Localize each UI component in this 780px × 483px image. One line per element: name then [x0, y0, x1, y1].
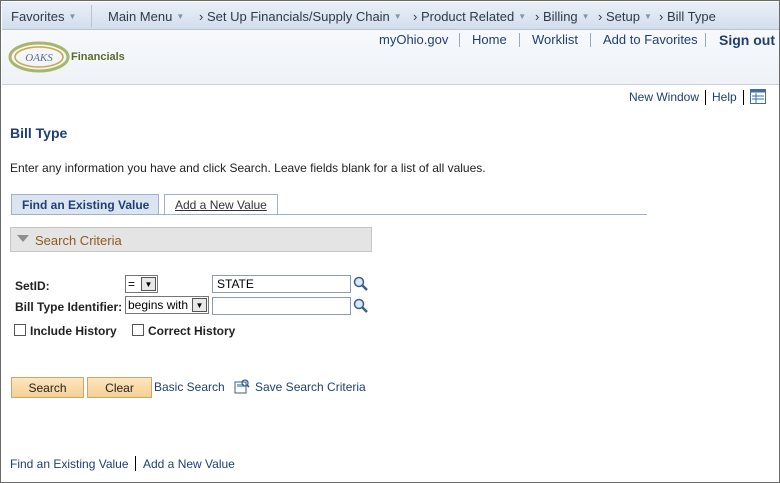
breadcrumb-arrow-icon: › — [659, 9, 664, 24]
main-menu[interactable]: Main Menu ▼ — [108, 9, 184, 24]
setid-operator-select[interactable]: = ▼ — [125, 275, 158, 293]
tab-add-new-value[interactable]: Add a New Value — [164, 194, 278, 215]
add-to-favorites-link[interactable]: Add to Favorites — [603, 32, 698, 47]
chevron-down-icon: ▼ — [176, 12, 185, 21]
svg-text:OAKS: OAKS — [25, 52, 53, 64]
bill-type-identifier-label: Bill Type Identifier: — [15, 300, 123, 314]
myohio-link[interactable]: myOhio.gov — [379, 32, 448, 47]
search-button[interactable]: Search — [11, 377, 84, 398]
chevron-down-icon: ▼ — [393, 12, 402, 21]
setid-lookup-icon[interactable] — [353, 276, 369, 292]
breadcrumb-setup-financials[interactable]: › Set Up Financials/Supply Chain ▼ — [199, 9, 402, 24]
header-divider — [519, 33, 520, 47]
oaks-logo: OAKS — [8, 41, 70, 73]
footer-add-new-value-link[interactable]: Add a New Value — [143, 457, 235, 471]
pagebar-divider — [743, 90, 744, 105]
chevron-down-icon: ▼ — [68, 12, 77, 21]
breadcrumb-arrow-icon: › — [413, 9, 418, 24]
help-link[interactable]: Help — [712, 90, 737, 104]
breadcrumb-product-related[interactable]: › Product Related ▼ — [413, 9, 526, 24]
sign-out-link[interactable]: Sign out — [719, 32, 775, 48]
bill-type-identifier-input[interactable] — [212, 297, 351, 315]
header-divider — [705, 33, 706, 47]
clear-button[interactable]: Clear — [87, 377, 152, 398]
setid-input[interactable]: STATE — [212, 275, 351, 293]
bill-type-operator-select[interactable]: begins with ▼ — [125, 296, 209, 314]
chevron-down-icon: ▼ — [643, 12, 652, 21]
collapse-triangle-icon — [17, 235, 29, 242]
window-frame: Favorites ▼ Main Menu ▼ › Set Up Financial… — [0, 0, 780, 483]
chevron-down-icon: ▼ — [141, 277, 156, 291]
search-criteria-title: Search Criteria — [35, 233, 122, 248]
setid-operator-value: = — [128, 277, 136, 291]
new-window-link[interactable]: New Window — [629, 90, 699, 104]
correct-history-label: Correct History — [148, 324, 236, 338]
include-history-checkbox[interactable] — [14, 324, 26, 336]
bill-type-lookup-icon[interactable] — [353, 298, 369, 314]
breadcrumb-arrow-icon: › — [535, 9, 540, 24]
breadcrumb-arrow-icon: › — [199, 9, 204, 24]
page-title: Bill Type — [10, 125, 68, 141]
bill-type-operator-value: begins with — [128, 298, 189, 312]
logo-caption: Financials — [71, 51, 125, 63]
customize-page-icon[interactable] — [750, 89, 766, 104]
footer-divider — [135, 456, 136, 471]
footer-find-existing-value-link[interactable]: Find an Existing Value — [10, 457, 129, 471]
page-header: OAKS Financials myOhio.gov Home Worklist… — [2, 30, 779, 85]
breadcrumb-arrow-icon: › — [598, 9, 603, 24]
search-criteria-header[interactable]: Search Criteria — [10, 227, 372, 252]
tab-find-existing-value[interactable]: Find an Existing Value — [11, 194, 159, 215]
instructions-text: Enter any information you have and click… — [10, 161, 486, 175]
breadcrumb-billing[interactable]: › Billing ▼ — [535, 9, 590, 24]
header-divider — [590, 33, 591, 47]
basic-search-link[interactable]: Basic Search — [154, 380, 225, 394]
include-history-label: Include History — [30, 324, 117, 338]
pagebar-divider — [705, 90, 706, 105]
favorites-menu[interactable]: Favorites ▼ — [11, 9, 76, 24]
setid-label: SetID: — [15, 279, 50, 293]
tab-underline — [11, 214, 647, 215]
header-divider — [459, 33, 460, 47]
save-search-criteria-link[interactable]: Save Search Criteria — [255, 380, 366, 394]
correct-history-checkbox[interactable] — [132, 324, 144, 336]
top-nav-bar: Favorites ▼ Main Menu ▼ › Set Up Financial… — [2, 2, 779, 30]
chevron-down-icon: ▼ — [192, 298, 207, 312]
home-link[interactable]: Home — [472, 32, 507, 47]
breadcrumb-setup[interactable]: › Setup ▼ — [598, 9, 652, 24]
breadcrumb-bill-type[interactable]: › Bill Type — [659, 9, 716, 24]
nav-divider — [91, 5, 92, 27]
worklist-link[interactable]: Worklist — [532, 32, 578, 47]
chevron-down-icon: ▼ — [581, 12, 590, 21]
chevron-down-icon: ▼ — [518, 12, 527, 21]
save-search-icon[interactable] — [234, 378, 250, 394]
